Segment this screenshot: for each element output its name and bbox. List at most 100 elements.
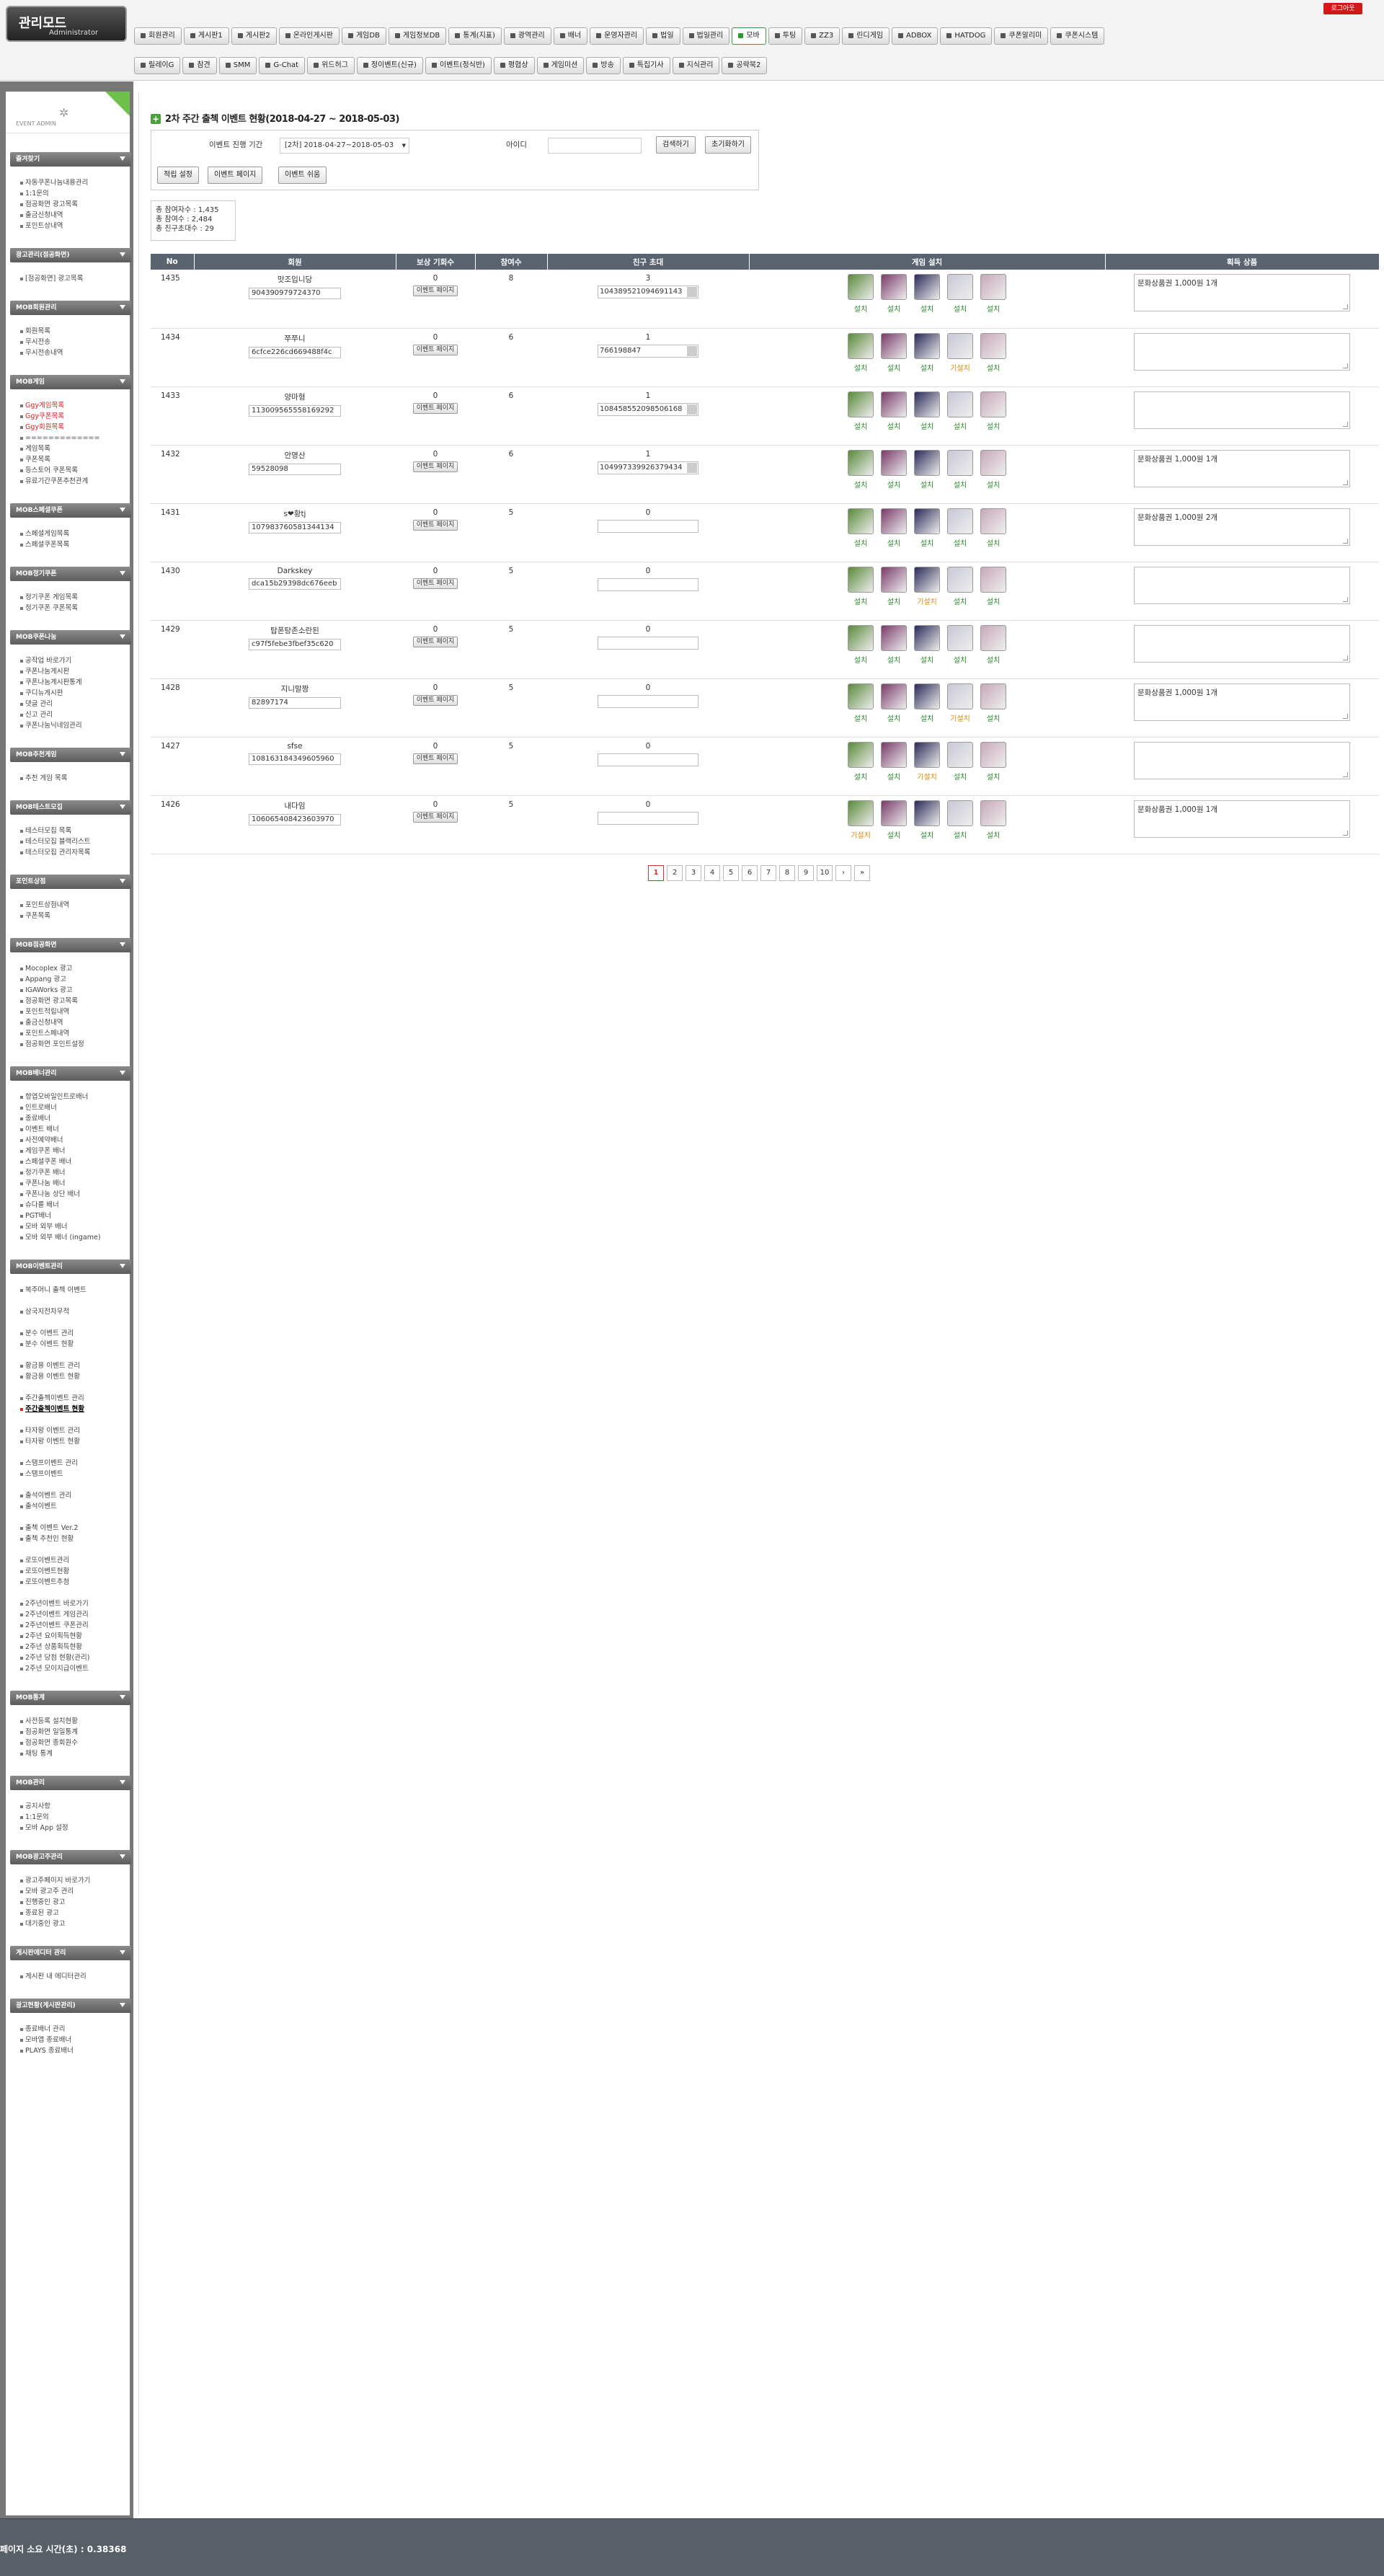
game-icon[interactable] (881, 391, 907, 417)
sidebar-item[interactable]: 쿠폰나눔게시판 (20, 667, 69, 677)
prize-textarea[interactable] (1134, 391, 1350, 429)
page-link[interactable]: 10 (817, 865, 833, 881)
game-icon[interactable] (980, 449, 1006, 476)
nav-tab[interactable]: ADBOX (892, 27, 939, 45)
sidebar-item[interactable]: PLAYS 종료배너 (20, 2046, 74, 2056)
sidebar-item[interactable]: 포인트상점내역 (20, 900, 69, 911)
sidebar-item[interactable]: 1:1문의 (20, 1813, 49, 1823)
sidebar-item[interactable]: 로또이벤트추첨 (20, 1577, 69, 1588)
game-icon[interactable] (848, 683, 874, 709)
game-icon[interactable] (947, 449, 973, 476)
game-icon[interactable] (848, 274, 874, 300)
game-icon[interactable] (848, 391, 874, 417)
sidebar-item[interactable]: 타자왕 이벤트 관리 (20, 1426, 80, 1436)
sidebar-item[interactable]: 분수 이벤트 관리 (20, 1329, 74, 1339)
nav-tab[interactable]: 광역관리 (503, 27, 551, 45)
game-icon[interactable] (947, 274, 973, 300)
sidebar-item[interactable]: 모바 외부 배너 (20, 1222, 67, 1232)
game-icon[interactable] (914, 683, 940, 709)
nav-tab[interactable]: 특집기사 (622, 57, 670, 74)
game-icon[interactable] (914, 566, 940, 593)
sidebar-item[interactable]: 모바 App 설정 (20, 1823, 68, 1833)
member-id-field[interactable]: dca15b29398dc676eeb (249, 577, 341, 590)
prize-textarea[interactable]: 문화상품권 1,000원 1개 (1134, 449, 1350, 487)
nav-tab[interactable]: 회원관리 (134, 27, 182, 45)
sidebar-item[interactable]: 로또이벤트관리 (20, 1556, 69, 1566)
sidebar-item[interactable]: 게임쿠폰 배너 (20, 1146, 65, 1156)
sidebar-item[interactable]: 이벤트 배너 (20, 1125, 59, 1135)
nav-tab[interactable]: 위드허그 (307, 57, 355, 74)
game-icon[interactable] (914, 391, 940, 417)
sidebar-item[interactable]: 댓글 관리 (20, 699, 53, 709)
sidebar-item[interactable]: Ggy쿠폰목록 (20, 412, 64, 422)
nav-tab[interactable]: 쿠폰시스템 (1050, 27, 1105, 45)
sidebar-item[interactable]: 진행중인 광고 (20, 1898, 65, 1908)
nav-tab[interactable]: 투팅 (768, 27, 803, 45)
sidebar-item[interactable]: 2주년 당첨 현황(관리) (20, 1653, 89, 1663)
game-icon[interactable] (848, 566, 874, 593)
game-icon[interactable] (980, 508, 1006, 534)
game-icon[interactable] (881, 332, 907, 359)
nav-tab[interactable]: 통계(지표) (448, 27, 502, 45)
sidebar-item[interactable]: 2주년이벤트 쿠폰관리 (20, 1621, 89, 1631)
sidebar-item[interactable]: Ggy게임목록 (20, 401, 64, 411)
event-admin-banner[interactable]: ✲ EVENT ADMIN (6, 92, 130, 133)
game-icon[interactable] (947, 741, 973, 768)
sidebar-item[interactable]: 공지사항 (20, 1802, 50, 1812)
sidebar-item[interactable]: 쿠폰목록 (20, 455, 50, 465)
prize-textarea[interactable] (1134, 566, 1350, 604)
sidebar-section-header[interactable]: 광고관리(점공화면) (10, 248, 131, 262)
sidebar-item[interactable]: 모바 외부 배너 (ingame) (20, 1233, 101, 1243)
invite-id-field[interactable]: 766198847 (598, 344, 698, 358)
sidebar-item[interactable]: 무시전송 (20, 337, 50, 348)
sidebar-item[interactable]: 테스터모집 블랙리스트 (20, 837, 90, 847)
sidebar-item[interactable]: 출첵 이벤트 Ver.2 (20, 1523, 78, 1533)
nav-tab[interactable]: SMM (218, 57, 257, 74)
sidebar-item[interactable]: 향엽모바일인트로배너 (20, 1092, 88, 1102)
nav-tab[interactable]: HATDOG (940, 27, 993, 45)
nav-tab[interactable]: 방송 (586, 57, 621, 74)
sidebar-item[interactable]: 사전등록 설치현황 (20, 1717, 78, 1727)
game-icon[interactable] (848, 741, 874, 768)
member-id-field[interactable]: 107983760581344134 (249, 521, 341, 534)
sidebar-item[interactable]: Mocoplex 광고 (20, 964, 73, 974)
sidebar-item[interactable]: 테스터모집 목록 (20, 826, 71, 836)
game-icon[interactable] (980, 391, 1006, 417)
sidebar-item[interactable]: 점공화면 포인트설정 (20, 1040, 84, 1050)
sidebar-item[interactable]: 종료배너 (20, 1114, 50, 1124)
nav-tab[interactable]: 공략북2 (722, 57, 768, 74)
nav-tab[interactable]: 이벤트(정식반) (425, 57, 492, 74)
sidebar-item[interactable]: 출첵 추천인 현황 (20, 1534, 74, 1544)
sidebar-item[interactable]: Ggy회원목록 (20, 422, 64, 433)
nav-tab[interactable]: 릴레이G (134, 57, 181, 74)
sidebar-item[interactable]: 출금신청내역 (20, 1018, 63, 1028)
sidebar-item[interactable]: 채팅 통계 (20, 1749, 53, 1759)
page-link[interactable]: 4 (704, 865, 720, 881)
nav-tab[interactable]: 평협상 (493, 57, 535, 74)
game-icon[interactable] (980, 741, 1006, 768)
prize-textarea[interactable]: 문화상품권 1,000원 1개 (1134, 274, 1350, 311)
sidebar-item[interactable]: 주간출첵이벤트 관리 (20, 1394, 84, 1404)
event-page-button[interactable]: 이벤트 페이지 (412, 753, 458, 764)
game-icon[interactable] (947, 566, 973, 593)
nav-tab[interactable]: 쿠폰알리미 (994, 27, 1049, 45)
sidebar-item[interactable]: 테스터모집 관리자목록 (20, 848, 90, 858)
nav-tab[interactable]: 모바 (732, 27, 766, 45)
game-icon[interactable] (914, 449, 940, 476)
sidebar-section-header[interactable]: MOB회원관리 (10, 301, 131, 315)
member-id-field[interactable]: 106065408423603970 (249, 813, 341, 826)
sidebar-item[interactable]: 포인트스페내역 (20, 1029, 69, 1039)
prize-textarea[interactable] (1134, 741, 1350, 779)
member-id-field[interactable]: 82897174 (249, 696, 341, 709)
game-icon[interactable] (980, 800, 1006, 826)
member-id-field[interactable]: c97f5febe3fbef35c620 (249, 638, 341, 650)
id-input[interactable] (548, 138, 642, 154)
sidebar-item[interactable]: 포인트적립내역 (20, 1007, 69, 1017)
invite-id-field[interactable] (598, 811, 698, 825)
event-page-button[interactable]: 이벤트 페이지 (412, 286, 458, 296)
sidebar-item[interactable]: 스탬프이벤트 (20, 1469, 63, 1479)
event-page-button[interactable]: 이벤트 페이지 (412, 519, 458, 531)
nav-tab[interactable]: 게시판2 (231, 27, 277, 45)
nav-tab[interactable]: 지식관리 (672, 57, 720, 74)
sidebar-section-header[interactable]: 포인트상점 (10, 875, 131, 889)
